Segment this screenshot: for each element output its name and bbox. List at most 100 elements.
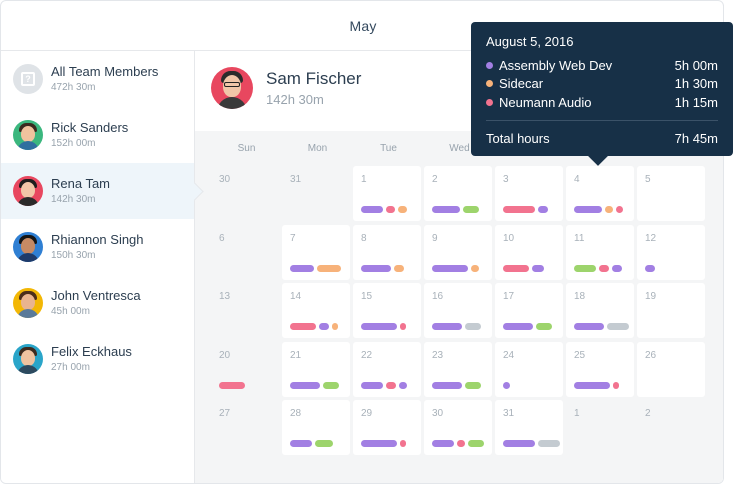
time-bar [465,381,481,389]
time-bar [386,206,395,213]
calendar-day[interactable]: 28 [282,400,350,455]
time-bar [432,206,460,213]
day-number: 3 [503,174,509,185]
calendar-day[interactable]: 2 [637,400,705,455]
avatar [13,176,43,206]
calendar-day[interactable]: 14 [282,283,350,338]
calendar-day[interactable]: 19 [637,283,705,338]
weekday-label: Tue [380,143,397,154]
time-bar [361,206,383,213]
day-number: 30 [219,174,231,185]
calendar-day[interactable]: 16 [424,283,492,338]
project-hours: 1h 15m [674,94,718,110]
day-number: 1 [574,408,580,419]
calendar-day[interactable]: 12 [637,224,705,280]
tooltip-row: Neumann Audio 1h 15m [486,93,718,112]
time-bar [361,440,397,447]
time-bar [471,264,479,272]
calendar-day[interactable]: 6 [211,225,279,280]
calendar-day[interactable]: 26 [637,341,705,397]
sidebar-item-member[interactable]: Felix Eckhaus 27h 00m [1,331,194,387]
sidebar-item-member[interactable]: Rhiannon Singh 150h 30m [1,219,194,275]
calendar-day[interactable]: 23 [424,341,492,397]
calendar-day[interactable]: 15 [353,283,421,338]
calendar-day[interactable]: 30 [211,166,279,221]
team-sidebar: ? All Team Members 472h 30m Rick Sanders… [1,51,195,483]
calendar-day[interactable]: 8 [353,224,421,280]
weekday-label: Sun [237,143,256,154]
tooltip-divider [486,119,718,121]
calendar-day[interactable]: 30 [424,400,492,455]
calendar-day[interactable]: 29 [353,400,421,455]
time-bar [538,206,548,213]
calendar-day[interactable]: 27 [211,400,279,455]
time-bar [219,381,245,389]
time-bar [290,440,312,447]
calendar-day[interactable]: 7 [282,224,350,280]
project-name: Sidecar [499,76,544,92]
sidebar-item-member[interactable]: John Ventresca 45h 00m [1,275,194,331]
time-bar [532,264,544,272]
tooltip-row: Assembly Web Dev 5h 00m [486,56,718,75]
calendar-day[interactable]: 1 [353,166,421,221]
member-hours: 152h 00m [51,138,96,149]
calendar-day[interactable]: 9 [424,224,492,280]
calendar-day[interactable]: 20 [211,342,279,397]
calendar-day[interactable]: 21 [282,341,350,397]
day-number: 10 [503,232,515,244]
day-number: 23 [432,349,444,361]
member-name: Rhiannon Singh [51,232,144,247]
day-number: 11 [574,232,585,244]
time-bar [398,206,407,213]
avatar [13,344,43,374]
calendar-day[interactable]: 13 [211,283,279,338]
calendar-day[interactable]: 22 [353,341,421,397]
calendar-day[interactable]: 2 [424,166,492,221]
day-number: 22 [361,349,373,361]
sidebar-item-member[interactable]: Rena Tam 142h 30m [1,163,194,219]
profile-header: Sam Fischer 142h 30m [211,67,361,109]
day-number: 16 [432,291,444,302]
time-bar [290,264,314,272]
calendar-day[interactable]: 4 [566,166,634,221]
calendar-day[interactable]: 1 [566,400,634,455]
calendar-day[interactable]: 11 [566,224,634,280]
day-number: 30 [432,408,444,419]
day-number: 2 [432,174,438,185]
time-bar [463,206,479,213]
time-bar [645,264,655,272]
calendar-day[interactable]: 5 [637,166,705,221]
sidebar-item-all-team[interactable]: ? All Team Members 472h 30m [1,51,194,107]
calendar-day[interactable]: 18 [566,283,634,338]
calendar-day[interactable]: 31 [282,166,350,221]
time-bar [599,264,609,272]
time-bar [315,440,333,447]
calendar-day[interactable]: 3 [495,166,563,221]
time-bar [432,381,462,389]
time-bar [323,381,339,389]
time-bar [319,323,329,330]
sidebar-item-member[interactable]: Rick Sanders 152h 00m [1,107,194,163]
time-bar [616,206,623,213]
time-bar [468,440,484,447]
total-value: 7h 45m [674,130,718,146]
time-bar [536,323,552,330]
calendar-day[interactable]: 25 [566,341,634,397]
day-number: 21 [290,349,302,361]
time-bar [465,323,481,330]
day-number: 6 [219,232,225,244]
member-hours: 150h 30m [51,250,96,261]
calendar-day[interactable]: 31 [495,400,563,455]
day-number: 17 [503,291,515,302]
weekday-label: Mon [307,143,328,154]
time-bar [612,264,622,272]
project-color-dot [486,80,493,88]
calendar-day[interactable]: 24 [495,341,563,397]
day-number: 12 [645,232,657,244]
time-bar [400,440,406,447]
day-number: 4 [574,174,580,185]
time-bar [457,440,465,447]
calendar-day[interactable]: 10 [495,224,563,280]
calendar-day[interactable]: 17 [495,283,563,338]
time-bar [290,381,320,389]
